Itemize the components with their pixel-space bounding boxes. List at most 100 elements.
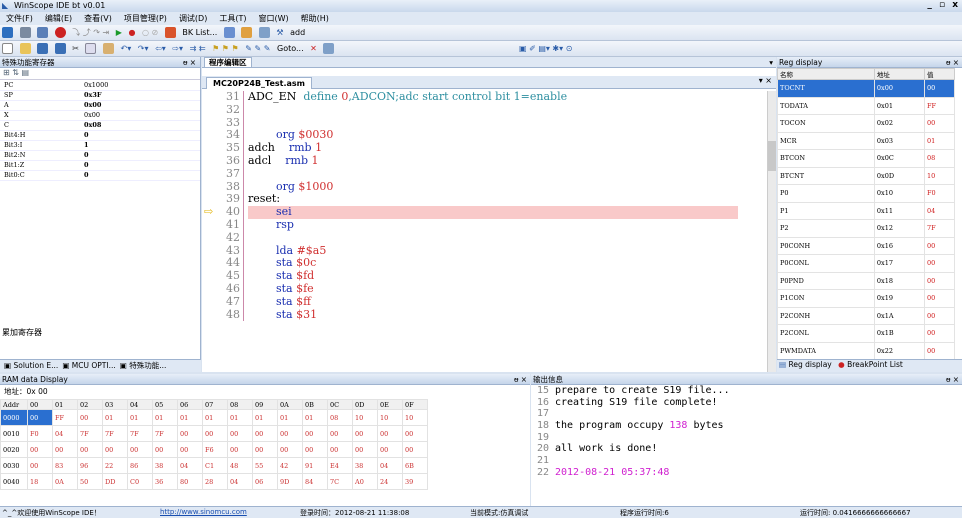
ram-cell[interactable]: DD (102, 473, 128, 490)
redo-icon[interactable]: ↷▾ (138, 44, 149, 53)
memory-icon[interactable] (241, 27, 253, 38)
run-icon[interactable]: ▶ (116, 28, 122, 37)
register-row[interactable]: Bit4:H 0 (0, 130, 200, 141)
output-pin-icon[interactable]: ᵿ × (946, 374, 962, 385)
ram-cell[interactable]: 00 (27, 441, 53, 458)
editor-panel-title[interactable]: 程序编辑区 (204, 57, 252, 68)
ram-cell[interactable]: 00 (127, 441, 153, 458)
register-row[interactable]: X 0x00 (0, 110, 200, 121)
ram-cell[interactable]: 04 (227, 473, 253, 490)
goto-dropdown[interactable]: Goto... (277, 44, 304, 53)
ram-cell[interactable]: F6 (202, 441, 228, 458)
comment-icon[interactable]: ✎ ✎ ✎ (245, 44, 270, 53)
save-icon[interactable] (37, 43, 49, 54)
ram-cell[interactable]: 83 (52, 457, 78, 474)
window-controls[interactable]: _ ▫ x (927, 0, 960, 10)
ram-cell[interactable]: 00 (27, 457, 53, 474)
tools-icon[interactable]: ✕ (310, 44, 317, 53)
ram-cell[interactable]: 50 (77, 473, 103, 490)
ram-cell[interactable]: 0A (52, 473, 78, 490)
ram-cell[interactable]: 00 (77, 409, 103, 426)
ram-cell[interactable]: 04 (177, 457, 203, 474)
undo-icon[interactable]: ↶▾ (121, 44, 132, 53)
ram-cell[interactable]: 55 (252, 457, 278, 474)
menu-item-1[interactable]: 编辑(E) (39, 12, 78, 25)
ram-cell[interactable]: 00 (252, 425, 278, 442)
view-icons[interactable]: ▣ ✐ ▤▾ ✱▾ ⊙ (519, 44, 572, 53)
bk-list-dropdown[interactable]: BK List... (182, 28, 217, 37)
ram-cell[interactable]: 01 (277, 409, 303, 426)
ram-cell[interactable]: F0 (27, 425, 53, 442)
ram-cell[interactable]: 00 (52, 441, 78, 458)
ram-cell[interactable]: FF (52, 409, 78, 426)
ram-cell[interactable]: 04 (52, 425, 78, 442)
save-all-icon[interactable] (54, 43, 66, 54)
ram-cell[interactable]: 00 (177, 441, 203, 458)
ram-cell[interactable]: 00 (252, 441, 278, 458)
reg-row[interactable]: P2 0x12 7F (777, 219, 955, 238)
file-tab[interactable]: MC20P24B_Test.asm (206, 77, 312, 89)
menu-item-2[interactable]: 查看(V) (78, 12, 118, 25)
sort-icon[interactable]: ⊞ ⇅ ▤ (3, 68, 29, 77)
ram-cell[interactable]: 01 (152, 409, 178, 426)
ram-cell[interactable]: 28 (202, 473, 228, 490)
paste-icon[interactable] (102, 43, 114, 54)
ram-cell[interactable]: 10 (377, 409, 403, 426)
ram-cell[interactable]: 00 (227, 425, 253, 442)
dropdown-icon[interactable]: ▾ (769, 57, 776, 68)
nav-forward-icon[interactable]: ⇨▾ (172, 44, 183, 53)
stop-icon[interactable] (54, 27, 66, 38)
ram-cell[interactable]: 7F (77, 425, 103, 442)
ram-cell[interactable]: 48 (227, 457, 253, 474)
ram-address[interactable]: 地址：0x 00 (0, 385, 530, 399)
ram-cell[interactable]: C1 (202, 457, 228, 474)
ram-cell[interactable]: 00 (302, 441, 328, 458)
window-icon[interactable] (258, 27, 270, 38)
ram-cell[interactable]: 00 (27, 409, 53, 426)
ram-cell[interactable]: 38 (352, 457, 378, 474)
left-tab-2[interactable]: ▣ 特殊功能... (120, 361, 167, 370)
ram-cell[interactable]: 00 (402, 425, 428, 442)
ram-cell[interactable]: C0 (127, 473, 153, 490)
ram-cell[interactable]: 00 (77, 441, 103, 458)
layout-icon[interactable] (323, 43, 335, 54)
ram-cell[interactable]: 00 (352, 441, 378, 458)
reg-row[interactable]: TODATA 0x01 FF (777, 96, 955, 115)
ram-cell[interactable]: 00 (152, 441, 178, 458)
register-row[interactable]: Bit3:I 1 (0, 140, 200, 151)
step-icons[interactable]: ⤵ ⤴ ↷ ⇥ (72, 27, 109, 38)
ram-cell[interactable]: A0 (352, 473, 378, 490)
ram-cell[interactable]: 01 (102, 409, 128, 426)
ram-cell[interactable]: 10 (352, 409, 378, 426)
reg-row[interactable]: P2CONH 0x1A 00 (777, 306, 955, 325)
clear-breakpoint-icon[interactable]: ○ ⊘ (142, 28, 158, 37)
register-row[interactable]: Bit2:N 0 (0, 150, 200, 161)
search-icon[interactable] (2, 27, 13, 38)
reg-row[interactable]: BTCON 0x0C 08 (777, 149, 955, 168)
ram-cell[interactable]: 9D (277, 473, 303, 490)
ram-cell[interactable]: 00 (327, 441, 353, 458)
ram-cell[interactable]: 08 (327, 409, 353, 426)
ram-pin-icon[interactable]: ᵿ × (514, 374, 530, 385)
ram-cell[interactable]: 00 (377, 441, 403, 458)
reg-row[interactable]: TOCNT 0x00 00 (777, 79, 955, 98)
code-editor[interactable]: 31 ADC_EN define 0,ADCON;adc start contro… (202, 91, 764, 372)
reg-row[interactable]: PWMDATA 0x22 00 (777, 341, 955, 360)
ram-cell[interactable]: 00 (277, 425, 303, 442)
ram-cell[interactable]: 80 (177, 473, 203, 490)
editor-scrollbar[interactable] (767, 91, 776, 372)
ram-cell[interactable]: 18 (27, 473, 53, 490)
left-tab-1[interactable]: ▣ MCU OPTI... (62, 361, 115, 370)
ram-cell[interactable]: 96 (77, 457, 103, 474)
ram-cell[interactable]: 00 (227, 441, 253, 458)
indent-icon[interactable]: ⇉ ⇇ (190, 44, 206, 53)
ram-cell[interactable]: 00 (327, 425, 353, 442)
tab-reg-display[interactable]: ▤ Reg display (779, 360, 832, 369)
ram-cell[interactable]: 7F (127, 425, 153, 442)
ram-cell[interactable]: 38 (152, 457, 178, 474)
menu-item-3[interactable]: 项目管理(P) (118, 12, 173, 25)
reg-col-header[interactable]: 名称 (777, 68, 875, 80)
register-row[interactable]: PC 0x1000 (0, 80, 200, 91)
reg-row[interactable]: BTCNT 0x0D 10 (777, 166, 955, 185)
register-row[interactable]: C 0x08 (0, 120, 200, 131)
